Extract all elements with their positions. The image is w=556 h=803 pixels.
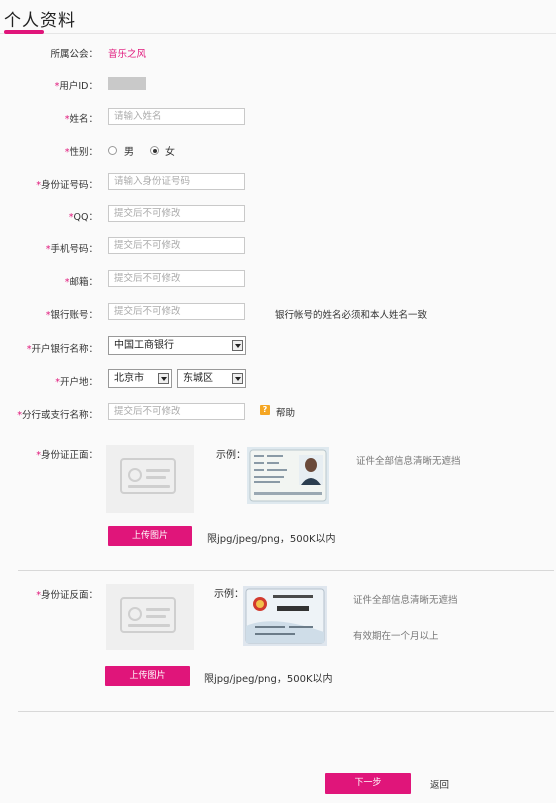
bank-account-input[interactable]: 提交后不可修改 [108,303,245,320]
next-step-button[interactable]: 下一步 [325,773,411,794]
id-back-upload-button[interactable]: 上传图片 [105,666,190,686]
branch-input[interactable]: 提交后不可修改 [108,403,245,420]
bank-account-note: 银行帐号的姓名必须和本人姓名一致 [275,310,428,321]
help-icon[interactable]: ? [260,405,270,415]
chevron-down-icon [232,373,243,384]
id-front-note: 证件全部信息清晰无遮挡 [356,456,461,467]
gender-male-label[interactable]: 男 [124,143,134,158]
email-label: *邮箱： [64,277,98,288]
back-link[interactable]: 返回 [430,777,449,791]
gender-female-label[interactable]: 女 [165,143,175,158]
id-back-sample-image [243,586,327,646]
email-input[interactable]: 提交后不可修改 [108,270,245,287]
help-link[interactable]: 帮助 [276,405,295,419]
region-label: *开户地： [55,377,98,388]
idno-input[interactable]: 请输入身份证号码 [108,173,245,190]
qq-input[interactable]: 提交后不可修改 [108,205,245,222]
guild-label: 所属公会： [50,49,98,60]
qq-label: *QQ： [68,212,98,223]
uid-label: *用户ID： [54,81,98,92]
bank-name-select[interactable]: 中国工商银行 [108,336,246,355]
region-city-value: 北京市 [114,373,144,384]
region-district-value: 东城区 [183,373,213,384]
id-front-example-label: 示例： [216,450,246,461]
gender-female-radio[interactable] [150,146,159,155]
header-divider [0,33,556,34]
gender-male-radio[interactable] [108,146,117,155]
id-front-label: *身份证正面： [36,450,98,461]
title-underline [4,30,44,34]
name-input[interactable]: 请输入姓名 [108,108,245,125]
id-back-note-2: 有效期在一个月以上 [353,631,439,642]
guild-value: 音乐之风 [108,49,147,60]
region-district-select[interactable]: 东城区 [177,369,246,388]
id-back-note-1: 证件全部信息清晰无遮挡 [353,595,458,606]
bank-name-value: 中国工商银行 [114,340,174,351]
phone-input[interactable]: 提交后不可修改 [108,237,245,254]
branch-label: *分行或支行名称： [17,410,98,421]
id-back-upload-hint: 限jpg/jpeg/png，500K以内 [204,674,333,685]
idno-label: *身份证号码： [36,180,98,191]
id-back-label: *身份证反面： [36,590,98,601]
id-front-upload-button[interactable]: 上传图片 [108,526,192,546]
page-title: 个人资料 [4,11,76,31]
name-label: *姓名： [64,114,98,125]
chevron-down-icon [232,340,243,351]
bank-account-label: *银行账号： [45,310,98,321]
id-front-sample-image [247,447,329,504]
phone-label: *手机号码： [45,244,98,255]
id-front-placeholder-icon [106,445,194,513]
id-back-example-label: 示例： [214,589,244,600]
chevron-down-icon [158,373,169,384]
section-divider [18,570,554,571]
id-front-upload-hint: 限jpg/jpeg/png，500K以内 [207,534,336,545]
uid-value-masked [108,77,146,90]
gender-label: *性别： [64,147,98,158]
region-city-select[interactable]: 北京市 [108,369,172,388]
bank-name-label: *开户银行名称： [26,344,98,355]
section-divider [18,711,554,712]
id-back-placeholder-icon [106,584,194,650]
